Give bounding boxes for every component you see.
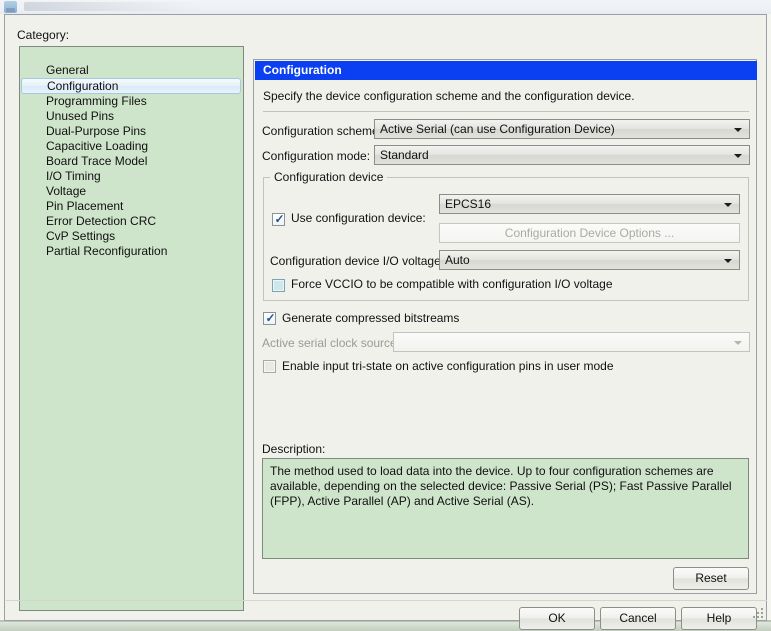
enable-tristate-label: Enable input tri-state on active configu… xyxy=(282,359,614,373)
configuration-device-group-title: Configuration device xyxy=(270,170,388,184)
force-vccio-label: Force VCCIO to be compatible with config… xyxy=(291,277,613,291)
configuration-mode-label: Configuration mode: xyxy=(262,149,371,163)
category-item-pin-placement[interactable]: Pin Placement xyxy=(20,199,243,214)
category-item-dual-purpose-pins[interactable]: Dual-Purpose Pins xyxy=(20,124,243,139)
reset-button[interactable]: Reset xyxy=(673,567,749,590)
category-item-programming-files[interactable]: Programming Files xyxy=(20,94,243,109)
help-button[interactable]: Help xyxy=(681,607,757,630)
chevron-down-icon xyxy=(734,128,742,132)
cancel-button[interactable]: Cancel xyxy=(600,607,676,630)
check-icon: ✓ xyxy=(265,311,276,325)
use-configuration-device-label: Use configuration device: xyxy=(291,211,426,225)
footer-divider xyxy=(6,600,767,601)
configuration-scheme-value: Active Serial (can use Configuration Dev… xyxy=(380,122,615,136)
parent-title-ghost xyxy=(24,2,204,11)
resize-grip[interactable] xyxy=(751,606,763,618)
category-label: Category: xyxy=(17,28,70,42)
active-serial-clock-source-combo[interactable] xyxy=(393,332,750,352)
screen: Category: General Configuration Programm… xyxy=(0,0,771,631)
check-icon: ✓ xyxy=(274,212,285,226)
generate-compressed-bitstreams-label: Generate compressed bitstreams xyxy=(282,311,460,325)
configuration-scheme-label: Configuration scheme: xyxy=(262,124,383,138)
category-list[interactable]: General Configuration Programming Files … xyxy=(19,46,244,611)
configuration-device-io-voltage-value: Auto xyxy=(445,253,470,267)
force-vccio-checkbox[interactable] xyxy=(272,279,285,292)
category-item-capacitive-loading[interactable]: Capacitive Loading xyxy=(20,139,243,154)
configuration-mode-value: Standard xyxy=(380,148,429,162)
category-item-voltage[interactable]: Voltage xyxy=(20,184,243,199)
category-item-cvp-settings[interactable]: CvP Settings xyxy=(20,229,243,244)
configuration-device-combo[interactable]: EPCS16 xyxy=(439,194,740,214)
category-item-unused-pins[interactable]: Unused Pins xyxy=(20,109,243,124)
category-item-configuration[interactable]: Configuration xyxy=(21,78,241,94)
ok-button[interactable]: OK xyxy=(519,607,595,630)
configuration-device-io-voltage-combo[interactable]: Auto xyxy=(439,250,740,270)
description-box: The method used to load data into the de… xyxy=(262,458,749,559)
use-configuration-device-checkbox[interactable]: ✓ xyxy=(272,213,285,226)
configuration-scheme-combo[interactable]: Active Serial (can use Configuration Dev… xyxy=(374,119,750,139)
chevron-down-icon xyxy=(724,203,732,207)
configuration-device-value: EPCS16 xyxy=(445,197,492,211)
chevron-down-icon xyxy=(734,154,742,158)
category-item-board-trace-model[interactable]: Board Trace Model xyxy=(20,154,243,169)
active-serial-clock-source-label: Active serial clock source: xyxy=(262,336,401,350)
category-item-partial-reconfiguration[interactable]: Partial Reconfiguration xyxy=(20,244,243,259)
panel-divider xyxy=(263,111,749,112)
description-label: Description: xyxy=(262,442,326,456)
parent-window-strip xyxy=(0,0,771,14)
configuration-mode-combo[interactable]: Standard xyxy=(374,145,750,165)
category-item-error-detection-crc[interactable]: Error Detection CRC xyxy=(20,214,243,229)
chevron-down-icon xyxy=(724,259,732,263)
chevron-down-icon xyxy=(734,341,742,345)
device-settings-dialog: Category: General Configuration Programm… xyxy=(4,14,767,630)
category-item-general[interactable]: General xyxy=(20,63,243,78)
application-icon xyxy=(4,1,17,13)
panel-subtitle: Specify the device configuration scheme … xyxy=(263,89,635,103)
enable-tristate-checkbox[interactable] xyxy=(263,360,276,373)
panel-title: Configuration xyxy=(255,61,757,80)
generate-compressed-bitstreams-checkbox[interactable]: ✓ xyxy=(263,312,276,325)
configuration-device-io-voltage-label: Configuration device I/O voltage: xyxy=(270,254,445,268)
configuration-device-options-button[interactable]: Configuration Device Options ... xyxy=(439,223,740,243)
category-item-io-timing[interactable]: I/O Timing xyxy=(20,169,243,184)
